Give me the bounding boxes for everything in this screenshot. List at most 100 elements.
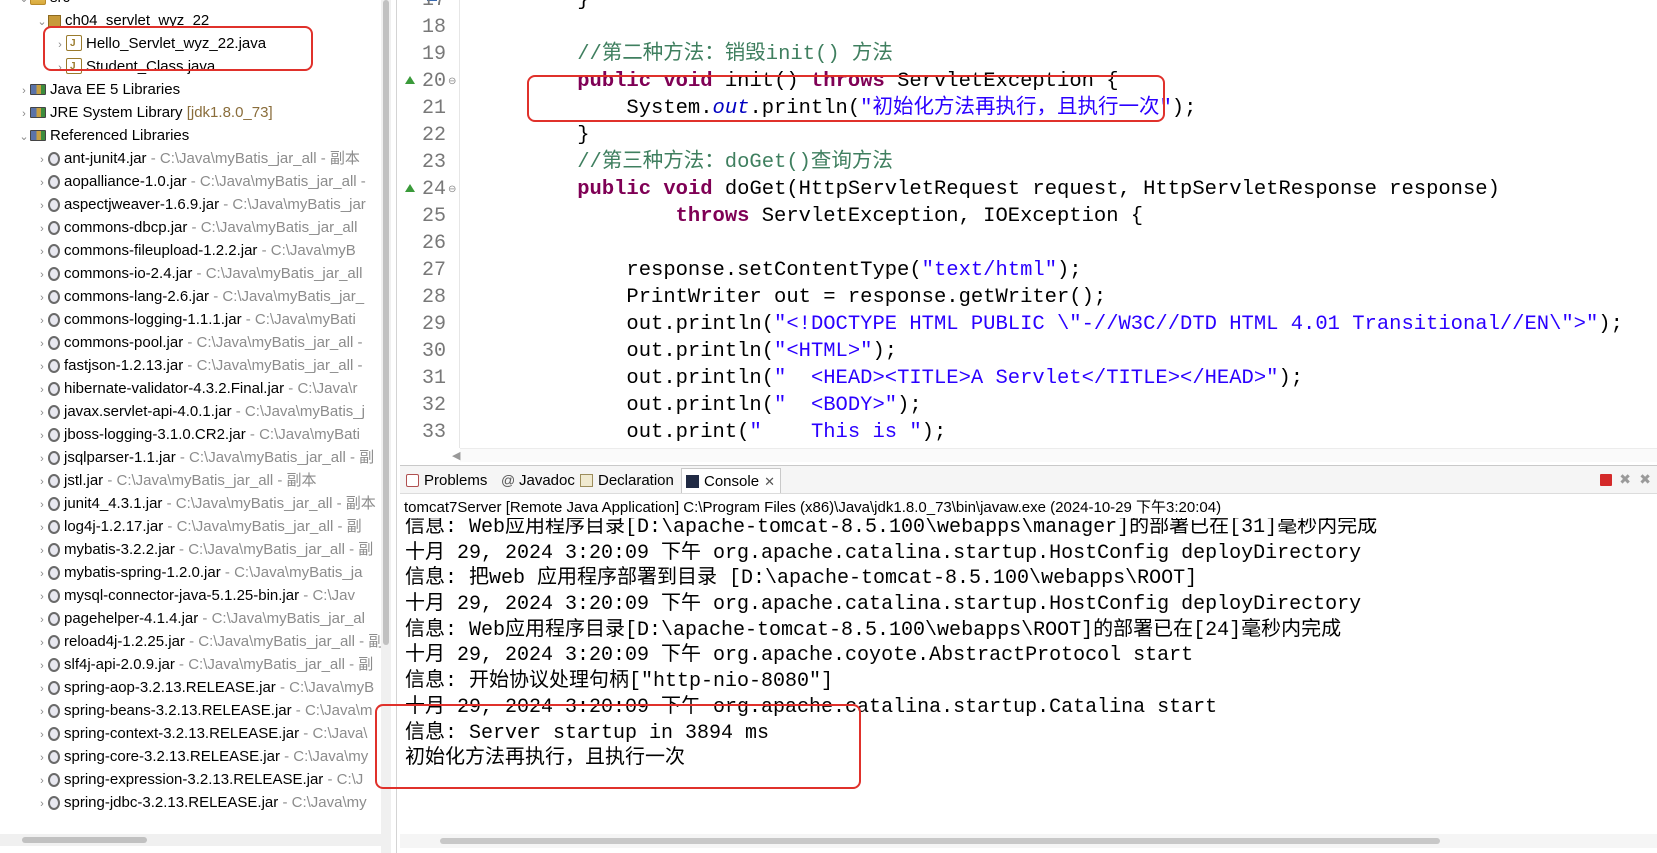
code-text[interactable]: } [528,0,589,14]
console-output[interactable]: 信息: Web应用程序目录[D:\apache-tomcat-8.5.100\w… [400,518,1657,836]
code-line[interactable]: 23 //第三种方法：doGet()查询方法 [400,149,1657,176]
collapse-arrow-icon[interactable]: ⌄ [18,126,30,147]
code-text[interactable]: out.print(" This is "); [528,419,946,446]
expand-arrow-icon[interactable]: › [36,655,48,676]
code-line[interactable]: 29 out.println("<!DOCTYPE HTML PUBLIC \"… [400,311,1657,338]
code-line[interactable]: 18 [400,14,1657,41]
expand-arrow-icon[interactable]: › [36,379,48,400]
expand-arrow-icon[interactable]: › [36,448,48,469]
expand-arrow-icon[interactable]: › [36,172,48,193]
code-lines[interactable]: 17 } 18 19 //第二种方法：销毁init() 方法 20 ⊖ public v… [400,0,1657,446]
code-text[interactable]: throws ServletException, IOException { [528,203,1143,230]
expand-arrow-icon[interactable]: › [18,103,30,124]
fold-toggle-icon[interactable]: ⊖ [448,68,456,95]
tree-item[interactable]: ⌄ ch04_servlet_wyz_22 [0,9,390,32]
code-text[interactable]: //第二种方法：销毁init() 方法 [528,41,893,68]
tree-item[interactable]: › JRE System Library [jdk1.8.0_73] [0,101,390,124]
tree-item[interactable]: › Student_Class.java [0,55,390,78]
code-text[interactable]: public void doGet(HttpServletRequest req… [528,176,1500,203]
expand-arrow-icon[interactable]: › [36,540,48,561]
code-line[interactable]: 31 out.println(" <HEAD><TITLE>A Servlet<… [400,365,1657,392]
code-line[interactable]: 21 System.out.println("初始化方法再执行，且执行一次"); [400,95,1657,122]
code-line[interactable]: 22 } [400,122,1657,149]
expand-arrow-icon[interactable]: › [36,425,48,446]
code-line[interactable]: 26 [400,230,1657,257]
tree-item[interactable]: › fastjson-1.2.13.jar - C:\Java\myBatis_j… [0,354,390,377]
expand-arrow-icon[interactable]: › [36,701,48,722]
code-text[interactable]: out.println(" <BODY>"); [528,392,921,419]
code-line[interactable]: 25 throws ServletException, IOException … [400,203,1657,230]
close-tab-icon[interactable]: ✕ [764,469,775,494]
tree-item[interactable]: › commons-logging-1.1.1.jar - C:\Java\myB… [0,308,390,331]
tree-item[interactable]: › jsqlparser-1.1.jar - C:\Java\myBatis_ja… [0,446,390,469]
tree-item[interactable]: › pagehelper-4.1.4.jar - C:\Java\myBatis_… [0,607,390,630]
tree-item[interactable]: › spring-jdbc-3.2.13.RELEASE.jar - C:\Jav… [0,791,390,814]
tree-item[interactable]: › jboss-logging-3.1.0.CR2.jar - C:\Java\m… [0,423,390,446]
tree-item[interactable]: › aopalliance-1.0.jar - C:\Java\myBatis_j… [0,170,390,193]
expand-arrow-icon[interactable]: › [36,632,48,653]
code-text[interactable]: System.out.println("初始化方法再执行，且执行一次"); [528,95,1196,122]
tree-item[interactable]: › mybatis-spring-1.2.0.jar - C:\Java\myBa… [0,561,390,584]
code-line[interactable]: 30 out.println("<HTML>"); [400,338,1657,365]
tree-item[interactable]: › log4j-1.2.17.jar - C:\Java\myBatis_jar_… [0,515,390,538]
code-text[interactable]: out.println(" <HEAD><TITLE>A Servlet</TI… [528,365,1303,392]
code-line[interactable]: 19 //第二种方法：销毁init() 方法 [400,41,1657,68]
expand-arrow-icon[interactable]: › [36,678,48,699]
code-text[interactable]: response.setContentType("text/html"); [528,257,1081,284]
expand-arrow-icon[interactable]: › [36,241,48,262]
explorer-vertical-scrollbar[interactable] [381,0,391,853]
explorer-horizontal-scroll-thumb[interactable] [22,837,147,843]
code-line[interactable]: 20 ⊖ public void init() throws ServletExc… [400,68,1657,95]
expand-arrow-icon[interactable]: › [36,195,48,216]
expand-arrow-icon[interactable]: › [36,586,48,607]
explorer-vertical-scroll-thumb[interactable] [383,0,389,645]
scroll-left-arrow-icon[interactable]: ◀ [452,449,460,462]
fold-toggle-icon[interactable]: ⊖ [448,176,456,203]
tree-item[interactable]: › junit4_4.3.1.jar - C:\Java\myBatis_jar_… [0,492,390,515]
expand-arrow-icon[interactable]: › [54,34,66,55]
collapse-arrow-icon[interactable]: ⌄ [36,11,48,32]
expand-arrow-icon[interactable]: › [18,80,30,101]
expand-arrow-icon[interactable]: › [36,724,48,745]
tree-item[interactable]: › spring-context-3.2.13.RELEASE.jar - C:\… [0,722,390,745]
code-line[interactable]: 28 PrintWriter out = response.getWriter(… [400,284,1657,311]
explorer-horizontal-scrollbar[interactable] [0,834,381,846]
tree-item[interactable]: › Java EE 5 Libraries [0,78,390,101]
expand-arrow-icon[interactable]: › [36,517,48,538]
tree-item[interactable]: › spring-beans-3.2.13.RELEASE.jar - C:\Ja… [0,699,390,722]
tree-item[interactable]: › commons-fileupload-1.2.2.jar - C:\Java\… [0,239,390,262]
tree-item[interactable]: › javax.servlet-api-4.0.1.jar - C:\Java\m… [0,400,390,423]
code-line[interactable]: 32 out.println(" <BODY>"); [400,392,1657,419]
tab-console[interactable]: Console ✕ [681,468,781,493]
tree-item[interactable]: › hibernate-validator-4.3.2.Final.jar - C… [0,377,390,400]
code-text[interactable]: public void init() throws ServletExcepti… [528,68,1118,95]
console-horizontal-scroll-thumb[interactable] [440,838,1440,844]
tree-item[interactable]: › mybatis-3.2.2.jar - C:\Java\myBatis_jar… [0,538,390,561]
expand-arrow-icon[interactable]: › [36,747,48,768]
tree-item[interactable]: › spring-core-3.2.13.RELEASE.jar - C:\Jav… [0,745,390,768]
expand-arrow-icon[interactable]: › [36,770,48,791]
code-editor[interactable]: 17 } 18 19 //第二种方法：销毁init() 方法 20 ⊖ public v… [400,0,1657,465]
expand-arrow-icon[interactable]: › [36,218,48,239]
tree-item[interactable]: › commons-pool.jar - C:\Java\myBatis_jar_… [0,331,390,354]
tab-declaration[interactable]: Declaration [576,468,678,493]
tree-item[interactable]: › commons-lang-2.6.jar - C:\Java\myBatis_… [0,285,390,308]
code-line[interactable]: 33 out.print(" This is "); [400,419,1657,446]
expand-arrow-icon[interactable]: › [54,57,66,78]
tree-item[interactable]: ⌄ src [0,0,390,9]
tree-item[interactable]: › mysql-connector-java-5.1.25-bin.jar - C… [0,584,390,607]
expand-arrow-icon[interactable]: › [36,793,48,814]
code-text[interactable]: out.println("<!DOCTYPE HTML PUBLIC \"-//… [528,311,1622,338]
tree-item[interactable]: › commons-io-2.4.jar - C:\Java\myBatis_ja… [0,262,390,285]
tree-item[interactable]: › slf4j-api-2.0.9.jar - C:\Java\myBatis_j… [0,653,390,676]
code-text[interactable]: PrintWriter out = response.getWriter(); [528,284,1106,311]
expand-arrow-icon[interactable]: › [36,356,48,377]
tree-item[interactable]: › Hello_Servlet_wyz_22.java [0,32,390,55]
collapse-arrow-icon[interactable]: ⌄ [18,0,30,9]
code-text[interactable]: } [528,122,589,149]
expand-arrow-icon[interactable]: › [36,333,48,354]
expand-arrow-icon[interactable]: › [36,310,48,331]
terminate-button[interactable] [1600,474,1612,486]
expand-arrow-icon[interactable]: › [36,494,48,515]
remove-launch-button[interactable]: ✖ [1619,471,1631,489]
